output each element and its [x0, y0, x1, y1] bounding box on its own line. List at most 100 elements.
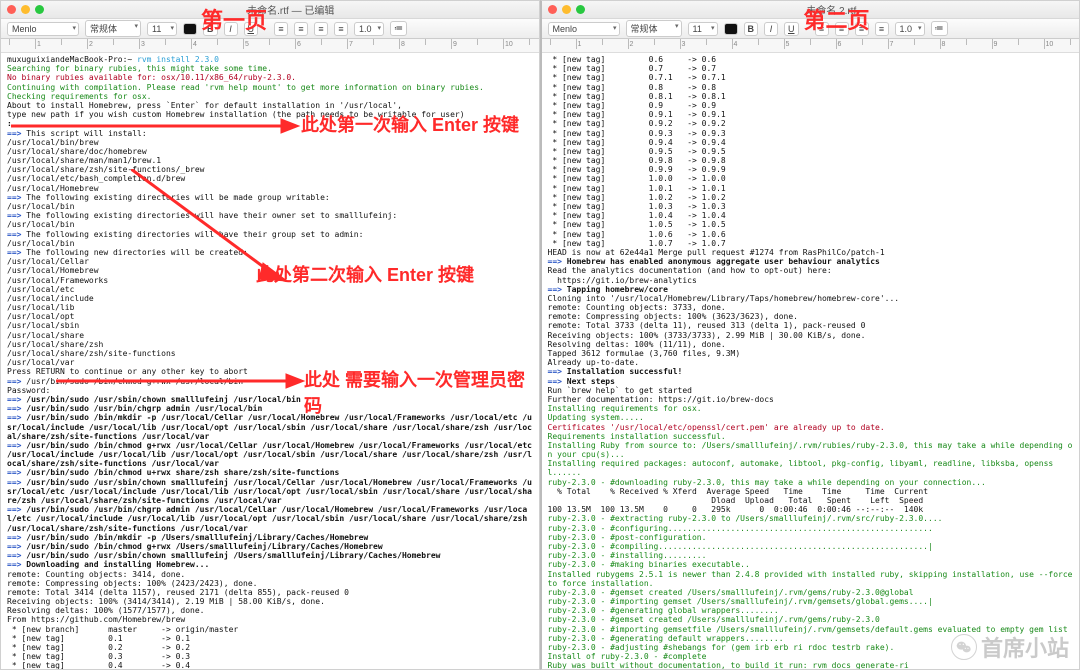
terminal-line: Installing requirements for osx.: [548, 404, 1074, 413]
terminal-line: * [new tag] 0.9 -> 0.9: [548, 101, 1074, 110]
terminal-line: /usr/local/Homebrew: [7, 266, 533, 275]
traffic-lights[interactable]: [7, 5, 44, 14]
size-select[interactable]: 11: [688, 22, 718, 36]
terminal-line: /usr/local/share/zsh/site-functions: [7, 349, 533, 358]
size-select[interactable]: 11: [147, 22, 177, 36]
terminal-line: * [new tag] 0.4 -> 0.4: [7, 661, 533, 669]
terminal-line: ruby-2.3.0 - #installing.........: [548, 551, 1074, 560]
zoom-icon[interactable]: [35, 5, 44, 14]
color-button[interactable]: [183, 23, 197, 35]
color-button[interactable]: [724, 23, 738, 35]
style-select[interactable]: 常规体: [626, 20, 682, 37]
terminal-line: * [new tag] 1.0.0 -> 1.0.0: [548, 174, 1074, 183]
terminal-line: HEAD is now at 62e44a1 Merge pull reques…: [548, 248, 1074, 257]
terminal-line: ==> The following existing directories w…: [7, 211, 533, 220]
style-select[interactable]: 常规体: [85, 20, 141, 37]
italic-button[interactable]: I: [224, 22, 238, 36]
underline-button[interactable]: U: [244, 22, 259, 36]
terminal-line: :: [7, 119, 533, 128]
terminal-line: From https://github.com/Homebrew/brew: [7, 615, 533, 624]
underline-button[interactable]: U: [784, 22, 799, 36]
spacing-select[interactable]: 1.0: [354, 22, 384, 36]
minimize-icon[interactable]: [21, 5, 30, 14]
terminal-line: ==> /usr/bin/sudo /bin/chmod g+rwx /usr/…: [7, 441, 533, 469]
terminal-line: ==> Tapping homebrew/core: [548, 285, 1074, 294]
terminal-line: remote: Compressing objects: 100% (2423/…: [7, 579, 533, 588]
terminal-line: Certificates '/usr/local/etc/openssl/cer…: [548, 423, 1074, 432]
terminal-line: https://git.io/brew-analytics: [548, 276, 1074, 285]
align-center-button[interactable]: ≡: [294, 22, 308, 36]
terminal-line: /usr/local/Cellar: [7, 257, 533, 266]
font-select[interactable]: Menlo: [7, 22, 79, 36]
ruler: 12345678910: [542, 39, 1080, 53]
right-window: 未命名 2.rtf Menlo 常规体 11 B I U ≡ ≡ ≡ ≡ 1.0…: [540, 0, 1080, 670]
terminal-line: * [new tag] 0.9.4 -> 0.9.4: [548, 138, 1074, 147]
terminal-line: * [new tag] 0.9.3 -> 0.9.3: [548, 129, 1074, 138]
terminal-line: Receiving objects: 100% (3733/3733), 2.9…: [548, 331, 1074, 340]
align-center-button[interactable]: ≡: [835, 22, 849, 36]
terminal-line: /usr/local/share/zsh: [7, 340, 533, 349]
terminal-line: /usr/local/share/doc/homebrew: [7, 147, 533, 156]
align-right-button[interactable]: ≡: [314, 22, 328, 36]
terminal-line: Installing required packages: autoconf, …: [548, 459, 1074, 477]
terminal-line: * [new tag] 1.0.2 -> 1.0.2: [548, 193, 1074, 202]
terminal-line: ruby-2.3.0 - #compiling.................…: [548, 542, 1074, 551]
ruler: 12345678910: [1, 39, 539, 53]
window-title: 未命名.rtf — 已编辑: [49, 2, 533, 17]
close-icon[interactable]: [7, 5, 16, 14]
spacing-select[interactable]: 1.0: [895, 22, 925, 36]
terminal-line: Installing Ruby from source to: /Users/s…: [548, 441, 1074, 459]
terminal-line: ==> /usr/bin/sudo /bin/mkdir -p /Users/s…: [7, 533, 533, 542]
bold-button[interactable]: B: [203, 22, 218, 36]
terminal-line: * [new tag] 1.0.7 -> 1.0.7: [548, 239, 1074, 248]
terminal-line: Receiving objects: 100% (3414/3414), 2.1…: [7, 597, 533, 606]
close-icon[interactable]: [548, 5, 557, 14]
align-right-button[interactable]: ≡: [855, 22, 869, 36]
align-justify-button[interactable]: ≡: [334, 22, 348, 36]
text-content-left[interactable]: muxuguixiandeMacBook-Pro:~ rvm install 2…: [1, 53, 539, 669]
terminal-line: /usr/local/Frameworks: [7, 276, 533, 285]
terminal-line: Further documentation: https://git.io/br…: [548, 395, 1074, 404]
terminal-line: % Total % Received % Xferd Average Speed…: [548, 487, 1074, 496]
terminal-line: ==> /usr/bin/sudo /bin/chmod u+rwx share…: [7, 468, 533, 477]
terminal-line: * [new tag] 0.2 -> 0.2: [7, 643, 533, 652]
terminal-line: * [new tag] 1.0.4 -> 1.0.4: [548, 211, 1074, 220]
terminal-line: /usr/local/bin: [7, 239, 533, 248]
bold-button[interactable]: B: [744, 22, 759, 36]
terminal-line: ==> /usr/bin/sudo /usr/sbin/chown smalll…: [7, 478, 533, 506]
terminal-line: /usr/local/bin/brew: [7, 138, 533, 147]
wechat-text: 首席小站: [981, 631, 1069, 663]
terminal-line: Updating system.....: [548, 413, 1074, 422]
terminal-line: type new path if you wish custom Homebre…: [7, 110, 533, 119]
minimize-icon[interactable]: [562, 5, 571, 14]
terminal-line: * [new tag] 0.3 -> 0.3: [7, 652, 533, 661]
terminal-line: ==> The following existing directories w…: [7, 230, 533, 239]
align-left-button[interactable]: ≡: [274, 22, 288, 36]
italic-button[interactable]: I: [764, 22, 778, 36]
terminal-line: * [new tag] 0.8 -> 0.8: [548, 83, 1074, 92]
font-select[interactable]: Menlo: [548, 22, 620, 36]
align-left-button[interactable]: ≡: [815, 22, 829, 36]
terminal-line: * [new tag] 1.0.6 -> 1.0.6: [548, 230, 1074, 239]
terminal-line: Installed rubygems 2.5.1 is newer than 2…: [548, 570, 1074, 588]
terminal-line: Press RETURN to continue or any other ke…: [7, 367, 533, 376]
terminal-line: ruby-2.3.0 - #gemset created /Users/smal…: [548, 588, 1074, 597]
terminal-line: /usr/local/include: [7, 294, 533, 303]
terminal-line: ruby-2.3.0 - #making binaries executable…: [548, 560, 1074, 569]
list-button[interactable]: ≔: [390, 21, 407, 36]
terminal-line: /usr/local/lib: [7, 303, 533, 312]
terminal-line: ==> /usr/bin/sudo /usr/bin/chgrp admin /…: [7, 505, 533, 533]
terminal-line: remote: Counting objects: 3733, done.: [548, 303, 1074, 312]
terminal-line: * [new tag] 1.0.1 -> 1.0.1: [548, 184, 1074, 193]
terminal-line: No binary rubies available for: osx/10.1…: [7, 73, 533, 82]
terminal-line: * [new tag] 0.9.5 -> 0.9.5: [548, 147, 1074, 156]
traffic-lights[interactable]: [548, 5, 585, 14]
terminal-line: ==> This script will install:: [7, 129, 533, 138]
terminal-line: Password:: [7, 386, 533, 395]
list-button[interactable]: ≔: [931, 21, 948, 36]
text-content-right[interactable]: * [new tag] 0.6 -> 0.6 * [new tag] 0.7 -…: [542, 53, 1080, 669]
terminal-line: * [new tag] 0.9.9 -> 0.9.9: [548, 165, 1074, 174]
terminal-line: * [new tag] 0.6 -> 0.6: [548, 55, 1074, 64]
align-justify-button[interactable]: ≡: [875, 22, 889, 36]
zoom-icon[interactable]: [576, 5, 585, 14]
